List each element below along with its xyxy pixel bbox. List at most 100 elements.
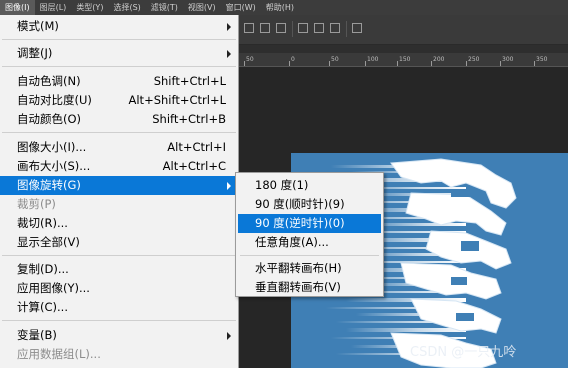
image-rotation-submenu: 180 度(1) 90 度(顺时针)(9) 90 度(逆时针)(0) 任意角度(… (235, 172, 384, 297)
options-divider (346, 21, 347, 37)
menu-item-mode[interactable]: 模式(M) (0, 17, 238, 36)
shortcut-label: Alt+Ctrl+I (167, 140, 226, 154)
submenu-item-label: 90 度(逆时针)(0) (255, 216, 345, 230)
ruler-tick-label: 150 (399, 56, 411, 63)
menu-item-label: 计算(C)... (17, 300, 68, 314)
menu-bar: 图像(I) 图层(L) 类型(Y) 选择(S) 滤镜(T) 视图(V) 窗口(W… (0, 0, 568, 15)
menu-item-label: 显示全部(V) (17, 235, 80, 249)
ruler-tick (397, 61, 398, 66)
ruler-tick (500, 61, 501, 66)
menu-item-label: 应用数据组(L)... (17, 347, 101, 361)
menu-item-label: 自动对比度(U) (17, 93, 92, 107)
shortcut-label: Alt+Shift+Ctrl+L (128, 93, 227, 107)
distribute-left-icon[interactable] (298, 23, 308, 33)
ruler-tick-label: 0 (291, 56, 295, 63)
menu-item-label: 图像旋转(G) (17, 178, 81, 192)
menu-select[interactable]: 选择(S) (108, 0, 145, 15)
menu-layer[interactable]: 图层(L) (35, 0, 72, 15)
submenu-divider (240, 255, 379, 256)
ruler-tick-label: 100 (367, 56, 379, 63)
submenu-item-label: 垂直翻转画布(V) (255, 280, 341, 294)
ruler-tick (431, 61, 432, 66)
menu-divider (2, 132, 236, 133)
submenu-item-label: 90 度(顺时针)(9) (255, 197, 345, 211)
menu-item-image-size[interactable]: 图像大小(I)... Alt+Ctrl+I (0, 138, 238, 157)
distribute-right-icon[interactable] (330, 23, 340, 33)
menu-item-auto-color[interactable]: 自动颜色(O) Shift+Ctrl+B (0, 110, 238, 129)
ruler-tick (289, 61, 290, 66)
submenu-arrow-icon (227, 332, 231, 340)
submenu-item-rotate-180[interactable]: 180 度(1) (238, 176, 381, 195)
menu-item-label: 自动颜色(O) (17, 112, 82, 126)
menu-divider (2, 66, 236, 67)
submenu-item-rotate-90-cw[interactable]: 90 度(顺时针)(9) (238, 195, 381, 214)
menu-divider (2, 320, 236, 321)
menu-item-auto-contrast[interactable]: 自动对比度(U) Alt+Shift+Ctrl+L (0, 91, 238, 110)
submenu-item-rotate-90-ccw[interactable]: 90 度(逆时针)(0) (238, 214, 381, 233)
menu-divider (2, 39, 236, 40)
menu-item-label: 调整(J) (17, 46, 53, 60)
menu-item-canvas-size[interactable]: 画布大小(S)... Alt+Ctrl+C (0, 157, 238, 176)
menu-item-label: 应用图像(Y)... (17, 281, 90, 295)
ruler-tick-label: 50 (246, 56, 254, 63)
submenu-arrow-icon (227, 50, 231, 58)
document-tab-bar[interactable] (239, 45, 568, 53)
align-middle-icon[interactable] (260, 23, 270, 33)
align-bottom-icon[interactable] (276, 23, 286, 33)
ruler-tick (534, 61, 535, 66)
menu-item-trim[interactable]: 裁切(R)... (0, 214, 238, 233)
options-divider (292, 21, 293, 37)
submenu-item-flip-horizontal[interactable]: 水平翻转画布(H) (238, 259, 381, 278)
submenu-arrow-icon (227, 182, 231, 190)
ruler-tick-label: 50 (331, 56, 339, 63)
menu-image[interactable]: 图像(I) (0, 0, 35, 15)
menu-item-crop: 裁剪(P) (0, 195, 238, 214)
menu-item-duplicate[interactable]: 复制(D)... (0, 260, 238, 279)
shortcut-label: Alt+Ctrl+C (162, 159, 226, 173)
menu-item-label: 裁剪(P) (17, 197, 56, 211)
menu-item-reveal-all[interactable]: 显示全部(V) (0, 233, 238, 252)
align-top-icon[interactable] (244, 23, 254, 33)
horizontal-ruler: 50 0 50 100 150 200 250 300 350 (239, 53, 568, 67)
submenu-arrow-icon (227, 23, 231, 31)
menu-type[interactable]: 类型(Y) (71, 0, 108, 15)
ruler-tick-label: 350 (536, 56, 548, 63)
menu-item-label: 自动色调(N) (17, 74, 81, 88)
submenu-item-flip-vertical[interactable]: 垂直翻转画布(V) (238, 278, 381, 297)
menu-view[interactable]: 视图(V) (183, 0, 221, 15)
ruler-tick (365, 61, 366, 66)
menu-item-auto-tone[interactable]: 自动色调(N) Shift+Ctrl+L (0, 72, 238, 91)
watermark-text: CSDN @一只九呤 (410, 345, 517, 360)
menu-item-label: 画布大小(S)... (17, 159, 91, 173)
menu-item-variables[interactable]: 变量(B) (0, 326, 238, 345)
menu-item-label: 图像大小(I)... (17, 140, 87, 154)
menu-item-apply-data-set: 应用数据组(L)... (0, 345, 238, 364)
ruler-tick (244, 61, 245, 66)
menu-help[interactable]: 帮助(H) (261, 0, 299, 15)
submenu-item-label: 水平翻转画布(H) (255, 261, 342, 275)
submenu-item-label: 任意角度(A)... (255, 235, 329, 249)
ruler-tick (329, 61, 330, 66)
menu-item-image-rotation[interactable]: 图像旋转(G) (0, 176, 238, 195)
distribute-center-icon[interactable] (314, 23, 324, 33)
shortcut-label: Shift+Ctrl+L (153, 74, 226, 88)
menu-item-apply-image[interactable]: 应用图像(Y)... (0, 279, 238, 298)
ruler-tick-label: 300 (502, 56, 514, 63)
image-menu-dropdown: 模式(M) 调整(J) 自动色调(N) Shift+Ctrl+L 自动对比度(U… (0, 15, 239, 368)
menu-item-calculations[interactable]: 计算(C)... (0, 298, 238, 317)
shortcut-label: Shift+Ctrl+B (152, 112, 226, 126)
ruler-tick (466, 61, 467, 66)
menu-item-label: 裁切(R)... (17, 216, 68, 230)
menu-item-label: 变量(B) (17, 328, 57, 342)
submenu-item-label: 180 度(1) (255, 178, 309, 192)
ruler-tick-label: 250 (468, 56, 480, 63)
menu-item-label: 复制(D)... (17, 262, 69, 276)
menu-item-label: 模式(M) (17, 19, 59, 33)
submenu-item-arbitrary[interactable]: 任意角度(A)... (238, 233, 381, 252)
menu-window[interactable]: 窗口(W) (221, 0, 261, 15)
auto-align-icon[interactable] (352, 23, 362, 33)
menu-filter[interactable]: 滤镜(T) (146, 0, 183, 15)
menu-item-adjust[interactable]: 调整(J) (0, 44, 238, 63)
menu-divider (2, 255, 236, 256)
ruler-tick-label: 200 (433, 56, 445, 63)
